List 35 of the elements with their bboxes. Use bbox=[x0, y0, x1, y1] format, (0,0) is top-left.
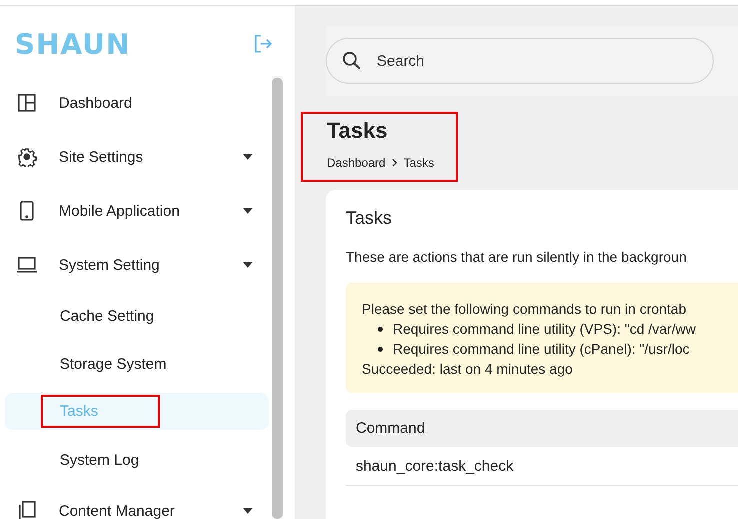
sidebar-item[interactable]: Dashboard bbox=[5, 76, 269, 130]
sidebar-subitem[interactable]: System Log bbox=[5, 436, 269, 484]
layout-icon bbox=[17, 93, 37, 113]
copy-icon bbox=[17, 501, 37, 519]
breadcrumb-link[interactable]: Dashboard bbox=[327, 156, 386, 170]
alert-text: Please set the following commands to run in crontab bbox=[362, 300, 688, 319]
search-icon bbox=[342, 51, 362, 71]
gear-icon bbox=[17, 147, 37, 167]
caret-icon bbox=[243, 154, 253, 160]
sidebar-item[interactable]: System Setting bbox=[5, 238, 269, 292]
sidebar-subitem[interactable]: Storage System bbox=[5, 340, 269, 388]
alert-item: Requires command line utility (VPS): "cd /var/ww bbox=[393, 320, 696, 339]
phone-icon bbox=[17, 201, 37, 221]
card-title: Tasks bbox=[346, 208, 394, 229]
sidebar-subitem[interactable]: Cache Setting bbox=[5, 292, 269, 340]
scrollbar[interactable] bbox=[272, 76, 283, 519]
card-description: These are actions that are run silently in the backgroun bbox=[346, 249, 688, 265]
bullet-icon bbox=[378, 326, 383, 332]
sidebar-item[interactable]: Site Settings bbox=[5, 130, 269, 184]
alert-item: Requires command line utility (cPanel): "/usr/loc bbox=[393, 340, 690, 359]
table-cell: shaun_core:task_check bbox=[356, 458, 514, 474]
logout-icon[interactable] bbox=[253, 34, 273, 54]
page-title: Tasks bbox=[327, 118, 389, 144]
sidebar-item[interactable]: Mobile Application bbox=[5, 184, 269, 238]
caret-icon bbox=[243, 208, 253, 214]
chevron-icon bbox=[392, 159, 398, 167]
column-header: Command bbox=[356, 420, 426, 437]
alert-status: Succeeded: last on 4 minutes ago bbox=[362, 360, 574, 379]
bullet-icon bbox=[378, 346, 383, 352]
laptop-icon bbox=[17, 255, 37, 275]
search-field[interactable]: Search bbox=[326, 38, 714, 84]
caret-icon bbox=[243, 262, 253, 268]
sidebar-item[interactable]: Content Manager bbox=[5, 484, 269, 519]
logo: SHAUN bbox=[15, 28, 131, 60]
caret-icon bbox=[243, 508, 253, 514]
